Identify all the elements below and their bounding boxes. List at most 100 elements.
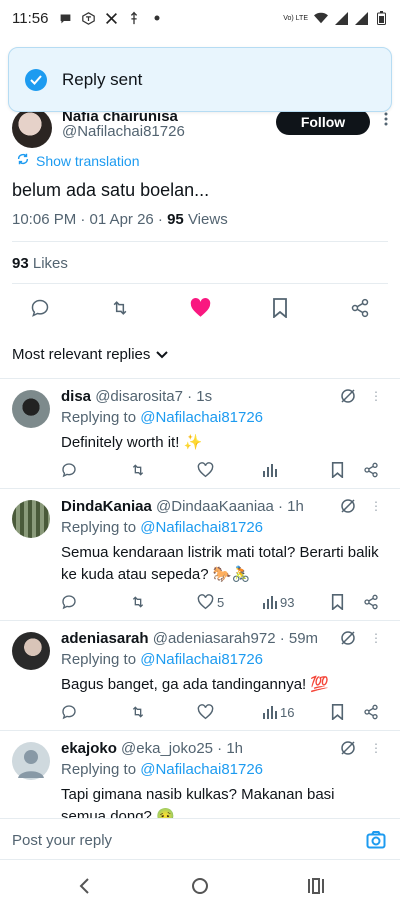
reply-icon[interactable] bbox=[61, 592, 77, 612]
check-circle-icon bbox=[25, 68, 47, 91]
author-handle[interactable]: @Nafilachai81726 bbox=[62, 123, 185, 140]
share-icon[interactable] bbox=[363, 592, 379, 612]
messenger-icon bbox=[81, 11, 95, 25]
retweet-icon[interactable] bbox=[129, 460, 147, 480]
reply-icon[interactable] bbox=[28, 296, 52, 320]
reply-author-handle[interactable]: @DindaaKaaniaa · 1h bbox=[156, 498, 304, 515]
grok-icon[interactable] bbox=[340, 498, 356, 514]
avatar[interactable] bbox=[12, 742, 50, 780]
volte-icon: Vo) LTE bbox=[283, 14, 308, 22]
home-icon[interactable] bbox=[190, 876, 210, 896]
tweet-actions bbox=[28, 296, 372, 320]
signal-icon-2 bbox=[354, 11, 368, 25]
reply-author-handle[interactable]: @adeniasarah972 · 59m bbox=[153, 630, 318, 647]
share-icon[interactable] bbox=[348, 296, 372, 320]
divider bbox=[0, 730, 400, 731]
replying-to-handle[interactable]: @Nafilachai81726 bbox=[140, 519, 263, 536]
chevron-down-icon bbox=[156, 346, 169, 363]
likes-label: Likes bbox=[28, 255, 68, 272]
back-icon[interactable] bbox=[74, 876, 94, 896]
replying-to-handle[interactable]: @Nafilachai81726 bbox=[140, 409, 263, 426]
avatar[interactable] bbox=[12, 390, 50, 428]
status-time: 11:56 bbox=[12, 9, 49, 27]
replying-to-handle[interactable]: @Nafilachai81726 bbox=[140, 761, 263, 778]
reply-text: Semua kendaraan listrik mati total? Bera… bbox=[61, 544, 379, 583]
share-icon[interactable] bbox=[363, 702, 379, 722]
toast-text: Reply sent bbox=[62, 69, 143, 89]
show-translation-link[interactable]: Show translation bbox=[16, 152, 140, 169]
reply-composer[interactable]: Post your reply bbox=[0, 818, 400, 860]
reply-header: adeniasarah @adeniasarah972 · 59m bbox=[61, 630, 318, 647]
retweet-icon[interactable] bbox=[129, 592, 147, 612]
replying-to-prefix: Replying to bbox=[61, 651, 141, 668]
dot-icon bbox=[150, 11, 164, 25]
reply-icon[interactable] bbox=[61, 702, 77, 722]
replying-to-handle[interactable]: @Nafilachai81726 bbox=[140, 651, 263, 668]
likes-summary[interactable]: 93 Likes bbox=[12, 255, 68, 272]
system-nav-bar bbox=[0, 861, 400, 911]
camera-icon[interactable] bbox=[366, 830, 386, 850]
tweet-meta: 10:06 PM · 01 Apr 26 · 95 Views bbox=[12, 211, 228, 228]
reply-author-name[interactable]: ekajoko bbox=[61, 740, 117, 757]
avatar[interactable] bbox=[12, 500, 50, 538]
share-icon[interactable] bbox=[363, 460, 379, 480]
bookmark-icon[interactable] bbox=[331, 592, 344, 612]
translation-label: Show translation bbox=[36, 152, 140, 169]
more-options-icon[interactable]: ⋮ bbox=[370, 630, 382, 646]
tweet-timestamp: 10:06 PM · 01 Apr 26 · bbox=[12, 211, 168, 228]
translate-icon bbox=[16, 152, 30, 169]
like-icon[interactable] bbox=[197, 702, 217, 722]
retweet-icon[interactable] bbox=[129, 702, 147, 722]
views-label: Views bbox=[183, 211, 228, 228]
reply-author-name[interactable]: adeniasarah bbox=[61, 630, 149, 647]
views-icon[interactable]: 93 bbox=[263, 592, 294, 612]
likes-count: 93 bbox=[12, 255, 29, 272]
recents-icon[interactable] bbox=[306, 876, 326, 896]
bookmark-icon[interactable] bbox=[268, 296, 292, 320]
list-item[interactable]: ekajoko @eka_joko25 · 1h ⋮ Replying to @… bbox=[0, 740, 400, 818]
bookmark-icon[interactable] bbox=[331, 702, 344, 722]
list-item[interactable]: DindaKaniaa @DindaaKaaniaa · 1h ⋮ Replyi… bbox=[0, 498, 400, 618]
divider bbox=[0, 378, 400, 379]
follow-button[interactable]: Follow bbox=[276, 109, 370, 135]
reply-text: Definitely worth it! ✨ bbox=[61, 434, 203, 451]
avatar[interactable] bbox=[12, 108, 52, 148]
reply-actions: 5 93 bbox=[61, 592, 381, 612]
like-icon[interactable] bbox=[188, 296, 212, 320]
grok-icon[interactable] bbox=[340, 740, 356, 756]
reply-author-name[interactable]: disa bbox=[61, 388, 91, 405]
reply-author-name[interactable]: DindaKaniaa bbox=[61, 498, 152, 515]
list-item[interactable]: adeniasarah @adeniasarah972 · 59m ⋮ Repl… bbox=[0, 630, 400, 730]
reply-icon[interactable] bbox=[61, 460, 77, 480]
reply-sent-toast: Reply sent bbox=[8, 47, 392, 112]
like-icon[interactable] bbox=[197, 460, 217, 480]
more-options-icon[interactable] bbox=[384, 112, 388, 129]
views-icon[interactable]: 16 bbox=[263, 702, 294, 722]
more-options-icon[interactable]: ⋮ bbox=[370, 498, 382, 514]
divider bbox=[12, 283, 388, 284]
replies-sort-label: Most relevant replies bbox=[12, 346, 151, 363]
avatar[interactable] bbox=[12, 632, 50, 670]
replies-sort-dropdown[interactable]: Most relevant replies bbox=[12, 346, 169, 363]
reply-author-handle[interactable]: @eka_joko25 · 1h bbox=[121, 740, 243, 757]
retweet-icon[interactable] bbox=[108, 296, 132, 320]
reply-header: disa @disarosita7 · 1s bbox=[61, 388, 212, 405]
views-count: 95 bbox=[167, 211, 184, 228]
more-options-icon[interactable]: ⋮ bbox=[370, 740, 382, 756]
reply-author-handle[interactable]: @disarosita7 · 1s bbox=[95, 388, 212, 405]
like-icon[interactable]: 5 bbox=[197, 592, 224, 612]
more-options-icon[interactable]: ⋮ bbox=[370, 388, 382, 404]
bookmark-icon[interactable] bbox=[331, 460, 344, 480]
reply-actions bbox=[61, 460, 381, 480]
replying-to: Replying to @Nafilachai81726 bbox=[61, 761, 263, 778]
grok-icon[interactable] bbox=[340, 388, 356, 404]
grok-icon[interactable] bbox=[340, 630, 356, 646]
reply-input[interactable]: Post your reply bbox=[12, 832, 112, 849]
reply-actions: 16 bbox=[61, 702, 381, 722]
usb-icon bbox=[127, 11, 141, 25]
reply-header: DindaKaniaa @DindaaKaaniaa · 1h bbox=[61, 498, 304, 515]
list-item[interactable]: disa @disarosita7 · 1s ⋮ Replying to @Na… bbox=[0, 388, 400, 488]
views-icon[interactable] bbox=[263, 460, 280, 480]
replying-to-prefix: Replying to bbox=[61, 519, 141, 536]
reply-view-count: 93 bbox=[280, 594, 295, 610]
